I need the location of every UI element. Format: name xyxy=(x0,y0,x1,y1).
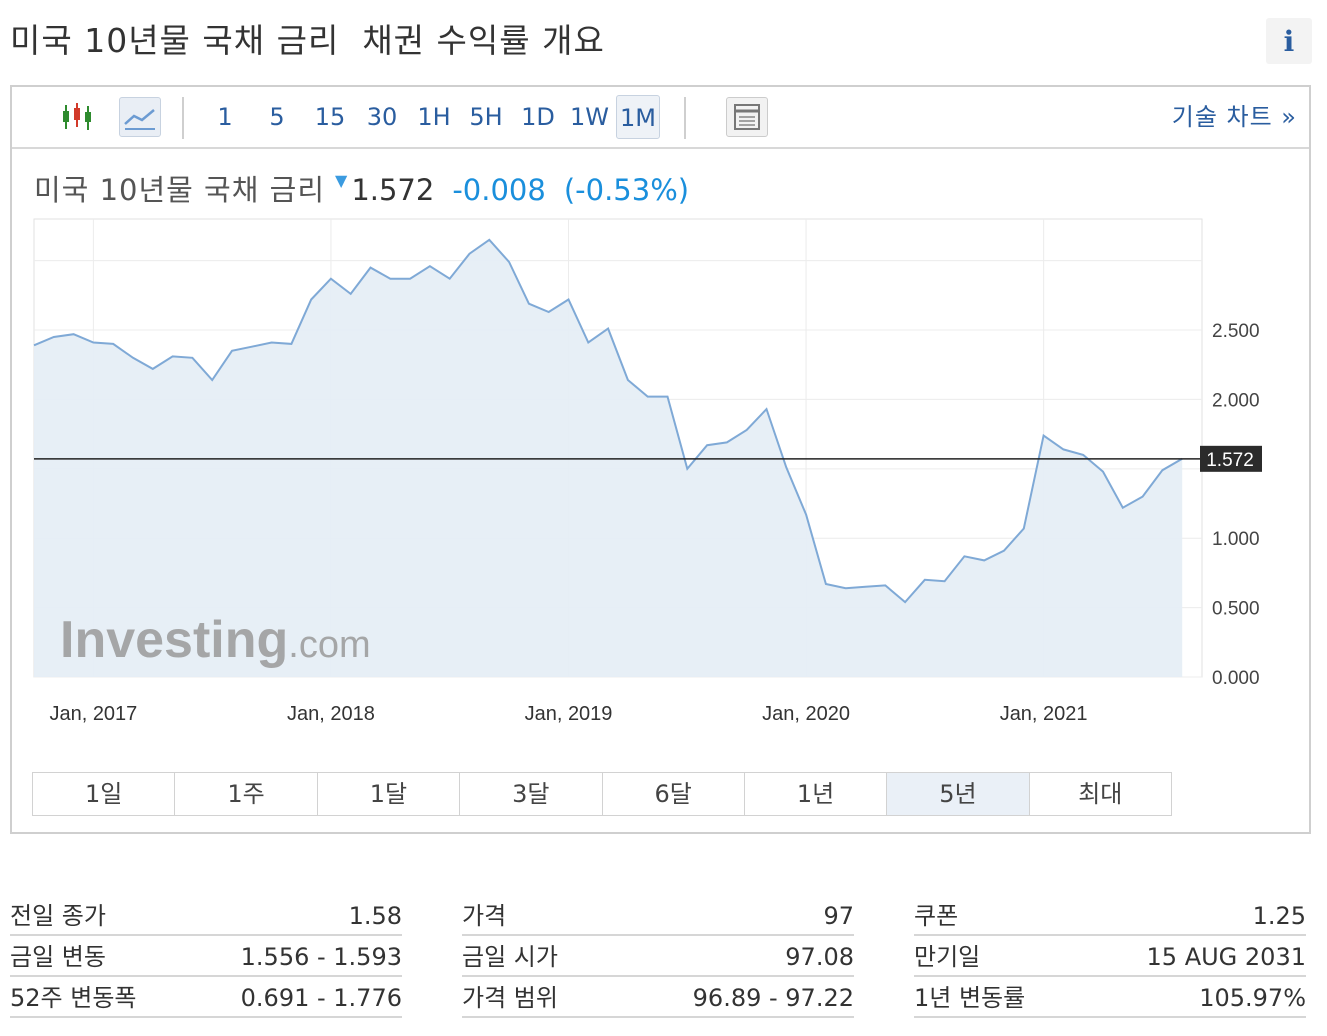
range-1w[interactable]: 1주 xyxy=(175,773,318,815)
price-chart[interactable]: Investing.com1.5722.5002.0001.0000.5000.… xyxy=(12,87,1309,832)
stat-label: 52주 변동폭 xyxy=(10,984,137,1012)
stat-row: 가격 97 xyxy=(462,896,854,936)
stat-row: 가격 범위 96.89 - 97.22 xyxy=(462,978,854,1018)
x-tick-label: Jan, 2017 xyxy=(49,703,137,725)
y-tick-label: 0.500 xyxy=(1212,599,1260,620)
x-tick-label: Jan, 2021 xyxy=(1000,703,1088,725)
stat-label: 금일 시가 xyxy=(462,943,558,971)
x-tick-label: Jan, 2018 xyxy=(287,703,375,725)
stats-column-1: 전일 종가 1.58 금일 변동 1.556 - 1.593 52주 변동폭 0.69… xyxy=(10,896,402,1018)
stat-value: 97.08 xyxy=(785,943,854,971)
range-max[interactable]: 최대 xyxy=(1029,773,1171,815)
range-3m[interactable]: 3달 xyxy=(460,773,603,815)
y-tick-label: 2.000 xyxy=(1212,390,1260,411)
range-1m[interactable]: 1달 xyxy=(317,773,461,815)
stat-label: 만기일 xyxy=(914,943,981,971)
stat-value: 1.25 xyxy=(1252,902,1306,930)
range-selector: 1일 1주 1달 3달 6달 1년 5년 최대 xyxy=(32,772,1172,816)
stat-row: 금일 시가 97.08 xyxy=(462,937,854,977)
stat-row: 52주 변동폭 0.691 - 1.776 xyxy=(10,978,402,1018)
y-tick-label: 0.000 xyxy=(1212,668,1260,689)
stats-column-2: 가격 97 금일 시가 97.08 가격 범위 96.89 - 97.22 xyxy=(462,896,854,1018)
x-tick-label: Jan, 2020 xyxy=(762,703,850,725)
info-icon[interactable]: i xyxy=(1266,18,1312,64)
x-tick-label: Jan, 2019 xyxy=(525,703,613,725)
stat-value: 0.691 - 1.776 xyxy=(240,984,402,1012)
stat-label: 금일 변동 xyxy=(10,943,106,971)
stat-value: 15 AUG 2031 xyxy=(1146,943,1306,971)
stat-label: 가격 범위 xyxy=(462,984,558,1012)
stat-row: 금일 변동 1.556 - 1.593 xyxy=(10,937,402,977)
current-value-label: 1.572 xyxy=(1206,450,1254,471)
stat-label: 가격 xyxy=(462,902,507,930)
stat-value: 1.58 xyxy=(348,902,402,930)
stat-label: 1년 변동률 xyxy=(914,984,1026,1012)
chart-widget: 1 5 15 30 1H 5H 1D 1W 1M 기술 차트 » 미국 10년물… xyxy=(10,85,1311,834)
y-tick-label: 2.500 xyxy=(1212,321,1260,342)
stats-column-3: 쿠폰 1.25 만기일 15 AUG 2031 1년 변동률 105.97% xyxy=(914,896,1306,1018)
stat-value: 96.89 - 97.22 xyxy=(692,984,854,1012)
stat-row: 1년 변동률 105.97% xyxy=(914,978,1306,1018)
stat-row: 전일 종가 1.58 xyxy=(10,896,402,936)
stat-label: 전일 종가 xyxy=(10,902,106,930)
range-1y[interactable]: 1년 xyxy=(744,773,888,815)
stat-value: 97 xyxy=(823,902,854,930)
range-5y[interactable]: 5년 xyxy=(887,773,1030,815)
stat-row: 만기일 15 AUG 2031 xyxy=(914,937,1306,977)
y-tick-label: 1.000 xyxy=(1212,529,1260,550)
stat-label: 쿠폰 xyxy=(914,902,959,930)
stat-value: 1.556 - 1.593 xyxy=(240,943,402,971)
range-6m[interactable]: 6달 xyxy=(602,773,745,815)
stat-row: 쿠폰 1.25 xyxy=(914,896,1306,936)
page-title: 미국 10년물 국채 금리 채권 수익률 개요 xyxy=(10,21,605,60)
range-1d[interactable]: 1일 xyxy=(33,773,176,815)
stat-value: 105.97% xyxy=(1199,984,1306,1012)
